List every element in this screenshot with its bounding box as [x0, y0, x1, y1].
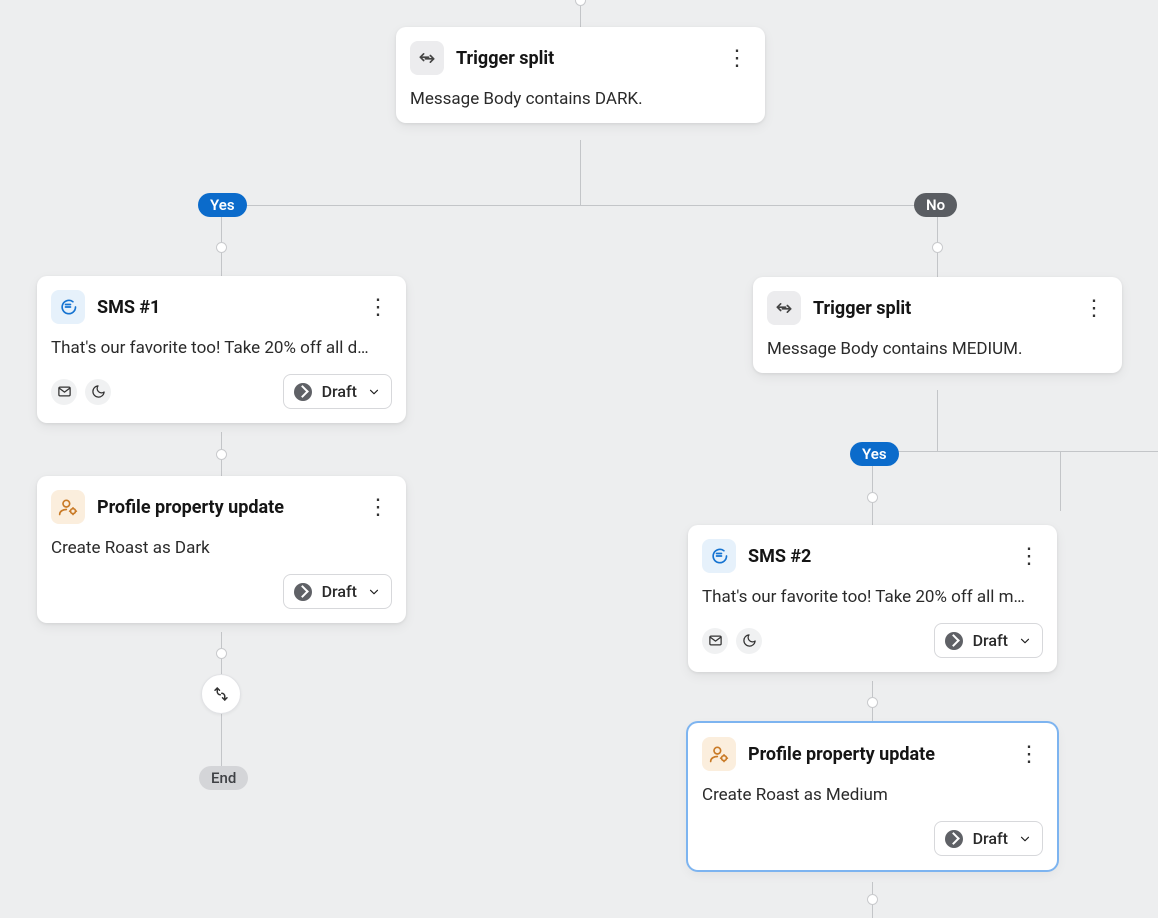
connector	[580, 140, 581, 205]
node-description: Create Roast as Dark	[51, 538, 392, 558]
status-label: Draft	[973, 829, 1008, 848]
more-icon: ⋮	[1083, 297, 1105, 319]
status-label: Draft	[973, 631, 1008, 650]
smart-send-icon	[51, 379, 77, 405]
trigger-split-icon	[767, 291, 801, 325]
flow-canvas[interactable]: Yes No Yes End Trigger split ⋮ Message B…	[0, 0, 1158, 918]
status-label: Draft	[322, 382, 357, 401]
status-dot-icon	[945, 632, 963, 650]
status-dot-icon	[945, 830, 963, 848]
node-title: SMS #1	[97, 297, 352, 318]
connector	[221, 205, 937, 206]
branch-label-no: No	[914, 193, 957, 217]
connector	[872, 451, 1158, 452]
node-dot	[216, 242, 227, 253]
more-icon: ⋮	[1018, 545, 1040, 567]
quiet-hours-icon	[736, 628, 762, 654]
branch-label-yes: Yes	[850, 442, 899, 466]
status-dropdown[interactable]: Draft	[283, 574, 392, 609]
node-title: SMS #2	[748, 546, 1003, 567]
profile-update-icon	[51, 490, 85, 524]
node-more-button[interactable]: ⋮	[1015, 542, 1043, 570]
node-dot	[575, 0, 586, 6]
node-dot	[867, 894, 878, 905]
status-dropdown[interactable]: Draft	[934, 821, 1043, 856]
node-description: That's our favorite too! Take 20% off al…	[702, 587, 1043, 607]
chevron-down-icon	[1018, 634, 1032, 648]
node-dot	[216, 648, 227, 659]
more-icon: ⋮	[367, 496, 389, 518]
trigger-split-icon	[410, 41, 444, 75]
node-dot	[867, 492, 878, 503]
node-title: Trigger split	[813, 298, 1068, 319]
node-title: Trigger split	[456, 48, 711, 69]
node-dot	[216, 449, 227, 460]
add-action-node[interactable]	[201, 674, 241, 714]
node-more-button[interactable]: ⋮	[364, 293, 392, 321]
node-description: That's our favorite too! Take 20% off al…	[51, 338, 392, 358]
node-trigger-split[interactable]: Trigger split ⋮ Message Body contains ME…	[753, 277, 1122, 373]
profile-update-icon	[702, 737, 736, 771]
chevron-down-icon	[1018, 832, 1032, 846]
node-more-button[interactable]: ⋮	[1080, 294, 1108, 322]
node-more-button[interactable]: ⋮	[1015, 740, 1043, 768]
chevron-down-icon	[367, 385, 381, 399]
status-dropdown[interactable]: Draft	[283, 374, 392, 409]
node-sms[interactable]: SMS #1 ⋮ That's our favorite too! Take 2…	[37, 276, 406, 423]
status-dot-icon	[294, 583, 312, 601]
status-dot-icon	[294, 383, 312, 401]
node-profile-update[interactable]: Profile property update ⋮ Create Roast a…	[37, 476, 406, 623]
smart-send-icon	[702, 628, 728, 654]
more-icon: ⋮	[367, 296, 389, 318]
node-title: Profile property update	[748, 744, 1003, 765]
node-title: Profile property update	[97, 497, 352, 518]
node-sms[interactable]: SMS #2 ⋮ That's our favorite too! Take 2…	[688, 525, 1057, 672]
branch-merge-icon	[212, 685, 230, 703]
branch-label-yes: Yes	[198, 193, 247, 217]
node-trigger-split[interactable]: Trigger split ⋮ Message Body contains DA…	[396, 27, 765, 123]
node-profile-update[interactable]: Profile property update ⋮ Create Roast a…	[688, 723, 1057, 870]
connector	[937, 390, 938, 451]
status-dropdown[interactable]: Draft	[934, 623, 1043, 658]
connector	[1060, 451, 1061, 511]
node-more-button[interactable]: ⋮	[723, 44, 751, 72]
node-more-button[interactable]: ⋮	[364, 493, 392, 521]
chevron-down-icon	[367, 585, 381, 599]
node-dot	[932, 242, 943, 253]
node-description: Message Body contains MEDIUM.	[767, 339, 1108, 359]
node-dot	[867, 697, 878, 708]
status-label: Draft	[322, 582, 357, 601]
node-description: Message Body contains DARK.	[410, 89, 751, 109]
sms-icon	[51, 290, 85, 324]
more-icon: ⋮	[1018, 743, 1040, 765]
quiet-hours-icon	[85, 379, 111, 405]
more-icon: ⋮	[726, 47, 748, 69]
sms-icon	[702, 539, 736, 573]
node-description: Create Roast as Medium	[702, 785, 1043, 805]
branch-label-end: End	[199, 766, 248, 790]
